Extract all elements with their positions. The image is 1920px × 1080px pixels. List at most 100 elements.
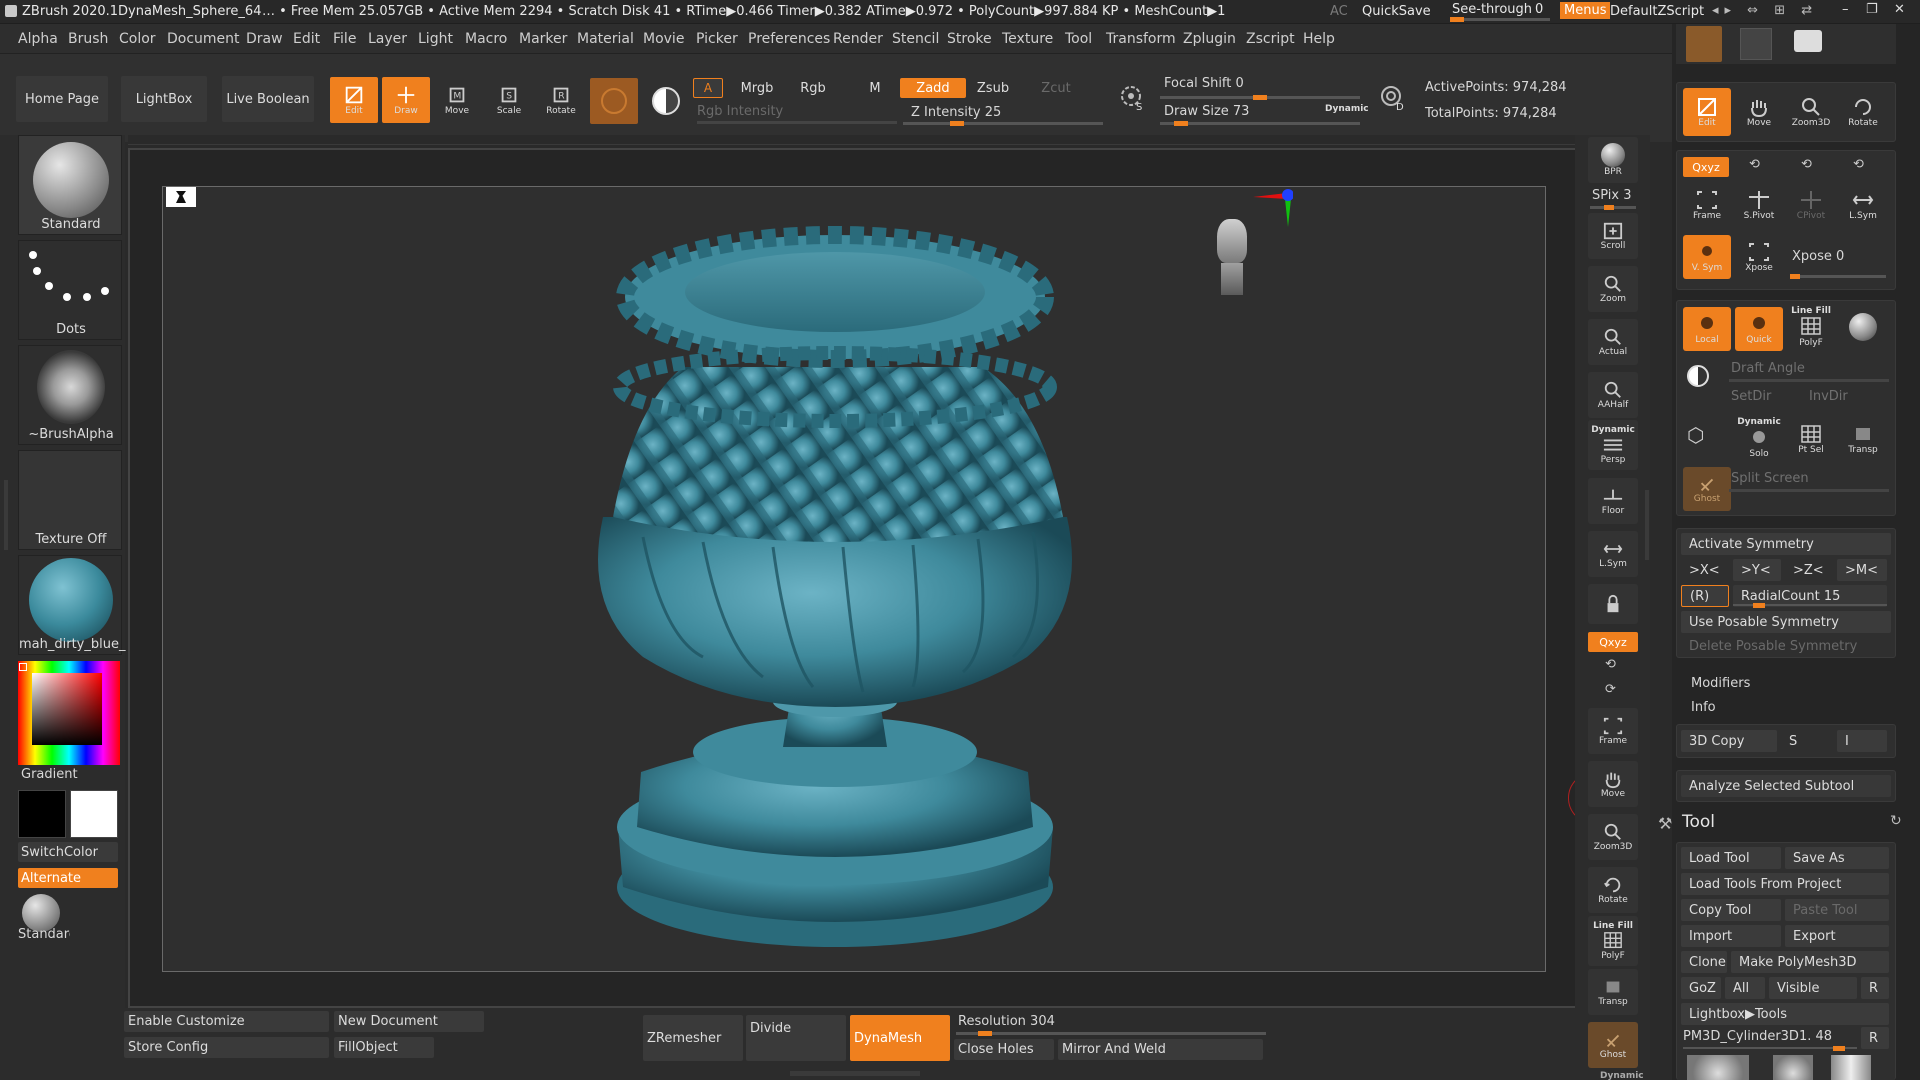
focal-shift-icon-button[interactable]: S xyxy=(1115,78,1151,118)
tray-camera-icon[interactable] xyxy=(1794,30,1822,52)
stroke-picker[interactable]: Dots xyxy=(18,240,122,340)
new-document-button[interactable]: New Document xyxy=(334,1011,484,1032)
alpha-picker[interactable]: ~BrushAlpha xyxy=(18,345,122,445)
radial-count-slider[interactable] xyxy=(1733,603,1887,608)
zsub-button[interactable]: Zsub xyxy=(970,78,1016,98)
tray-solo-button[interactable]: Dynamic Solo xyxy=(1735,413,1783,463)
move-view-button[interactable]: Move xyxy=(1588,761,1638,807)
xyz-button[interactable]: Qxyz xyxy=(1588,632,1638,652)
zremesher-button[interactable]: ZRemesher xyxy=(643,1015,743,1061)
rgb-button[interactable]: Rgb xyxy=(793,78,833,98)
color-saturation-square[interactable] xyxy=(32,673,102,745)
copy-s-toggle[interactable]: S xyxy=(1781,730,1827,752)
menu-transform[interactable]: Transform xyxy=(1106,31,1176,47)
brush-picker[interactable]: Standard xyxy=(18,135,122,235)
mirror-and-weld-button[interactable]: Mirror And Weld xyxy=(1058,1039,1263,1060)
tray-lsym-button[interactable]: L.Sym xyxy=(1839,183,1887,227)
switch-color-button[interactable]: SwitchColor xyxy=(18,842,118,862)
store-config-button[interactable]: Store Config xyxy=(124,1037,329,1058)
use-posable-symmetry-button[interactable]: Use Posable Symmetry xyxy=(1681,611,1891,633)
sculpted-vase-model[interactable] xyxy=(163,187,1547,973)
lightbox-button[interactable]: LightBox xyxy=(121,76,207,122)
radial-r-toggle[interactable]: (R) xyxy=(1681,585,1729,607)
close-icon[interactable]: ✕ xyxy=(1894,2,1905,17)
import-button[interactable]: Import xyxy=(1681,925,1781,947)
save-as-button[interactable]: Save As xyxy=(1785,847,1889,869)
default-zscript-button[interactable]: DefaultZScript xyxy=(1610,4,1704,19)
quicksave-button[interactable]: QuickSave xyxy=(1362,4,1431,19)
menu-layer[interactable]: Layer xyxy=(368,31,407,47)
export-button[interactable]: Export xyxy=(1785,925,1889,947)
menu-zscript[interactable]: Zscript xyxy=(1246,31,1295,47)
xpose-slider[interactable] xyxy=(1790,274,1886,279)
analyze-subtool-button[interactable]: Analyze Selected Subtool xyxy=(1681,775,1891,797)
activate-symmetry-button[interactable]: Activate Symmetry xyxy=(1681,533,1891,555)
spix-slider[interactable] xyxy=(1590,205,1636,210)
menu-document[interactable]: Document xyxy=(167,31,240,47)
edit-mode-button[interactable]: Edit xyxy=(330,77,378,123)
tray-cube-icon[interactable]: ⬡ xyxy=(1687,423,1704,447)
texture-toggle-button[interactable] xyxy=(646,78,686,124)
viewport-canvas[interactable] xyxy=(162,186,1620,973)
current-tool-name[interactable]: PM3D_Cylinder3D1. 48 xyxy=(1683,1029,1832,1044)
transp-button[interactable]: Transp xyxy=(1588,969,1638,1015)
primary-color-swatch[interactable] xyxy=(18,790,66,838)
tool-palette-header[interactable]: ⚒ Tool ↻ xyxy=(1658,808,1912,838)
menu-texture[interactable]: Texture xyxy=(1002,31,1053,47)
setdir-button[interactable]: SetDir xyxy=(1731,389,1771,404)
menu-marker[interactable]: Marker xyxy=(519,31,567,47)
goz-all-button[interactable]: All xyxy=(1725,977,1765,999)
goz-r-button[interactable]: R xyxy=(1861,977,1889,999)
axis-gizmo-icon[interactable] xyxy=(1243,187,1293,237)
tray-cpivot-button[interactable]: CPivot xyxy=(1787,183,1835,227)
tray-vsym-button[interactable]: V. Sym xyxy=(1683,235,1731,279)
gradient-label[interactable]: Gradient xyxy=(21,767,78,782)
right-tray-handle[interactable] xyxy=(1645,490,1649,560)
split-screen-label[interactable]: Split Screen xyxy=(1731,471,1809,486)
draw-mode-button[interactable]: Draw xyxy=(382,77,430,123)
tool-refresh-icon[interactable]: ↻ xyxy=(1890,813,1902,829)
tray-transp-button[interactable]: Transp xyxy=(1839,415,1887,463)
info-label[interactable]: Info xyxy=(1691,700,1716,715)
fillobject-button[interactable]: FillObject xyxy=(334,1037,434,1058)
minimize-icon[interactable]: – xyxy=(1842,2,1849,17)
tray-ptsel-button[interactable]: Pt Sel xyxy=(1787,415,1835,463)
rotate-view-button[interactable]: Rotate xyxy=(1588,867,1638,913)
ac-label[interactable]: AC xyxy=(1330,4,1348,19)
menu-stencil[interactable]: Stencil xyxy=(892,31,939,47)
sym-m-toggle[interactable]: >M< xyxy=(1837,559,1887,581)
dynamesh-button[interactable]: DynaMesh xyxy=(850,1015,950,1061)
tray-sphere-icon[interactable] xyxy=(1849,313,1877,341)
menu-alpha[interactable]: Alpha xyxy=(18,31,58,47)
tray-material-icon[interactable] xyxy=(1686,26,1722,62)
tool-thumb-vase[interactable] xyxy=(1687,1055,1749,1080)
rotate-mode-button[interactable]: R Rotate xyxy=(538,77,584,123)
bpr-button[interactable]: BPR xyxy=(1588,137,1638,183)
tray-xyz-button[interactable]: Qxyz xyxy=(1683,157,1729,177)
goz-button[interactable]: GoZ xyxy=(1681,977,1721,999)
tool-thumb-cylinder[interactable] xyxy=(1831,1055,1871,1080)
mrgb-button[interactable]: Mrgb xyxy=(728,78,786,98)
clone-button[interactable]: Clone xyxy=(1681,951,1727,973)
polyf-button[interactable]: Line Fill PolyF xyxy=(1588,916,1638,966)
zoom-button[interactable]: Zoom xyxy=(1588,266,1638,312)
tray-zoom3d-button[interactable]: Zoom3D xyxy=(1787,88,1835,136)
dynamic-label[interactable]: Dynamic xyxy=(1325,104,1369,114)
draw-size-icon-button[interactable]: D xyxy=(1375,78,1411,118)
scroll-button[interactable]: Scroll xyxy=(1588,213,1638,259)
live-boolean-button[interactable]: Live Boolean xyxy=(222,76,314,122)
tray-xpose-button[interactable]: Xpose xyxy=(1735,235,1783,279)
rotate-y-icon[interactable]: ⟲ xyxy=(1605,657,1616,672)
sym-x-toggle[interactable]: >X< xyxy=(1681,559,1729,581)
persp-button[interactable]: Dynamic Persp xyxy=(1588,420,1638,470)
actual-button[interactable]: Actual xyxy=(1588,319,1638,365)
delete-posable-symmetry-button[interactable]: Delete Posable Symmetry xyxy=(1681,635,1891,657)
menu-picker[interactable]: Picker xyxy=(696,31,738,47)
sym-y-toggle[interactable]: >Y< xyxy=(1733,559,1781,581)
copy-i-toggle[interactable]: I xyxy=(1837,730,1887,752)
divide-button[interactable]: Divide xyxy=(746,1015,846,1061)
color-picker[interactable] xyxy=(18,661,120,765)
menu-macro[interactable]: Macro xyxy=(465,31,507,47)
zoom3d-button[interactable]: Zoom3D xyxy=(1588,814,1638,860)
menu-brush[interactable]: Brush xyxy=(68,31,108,47)
